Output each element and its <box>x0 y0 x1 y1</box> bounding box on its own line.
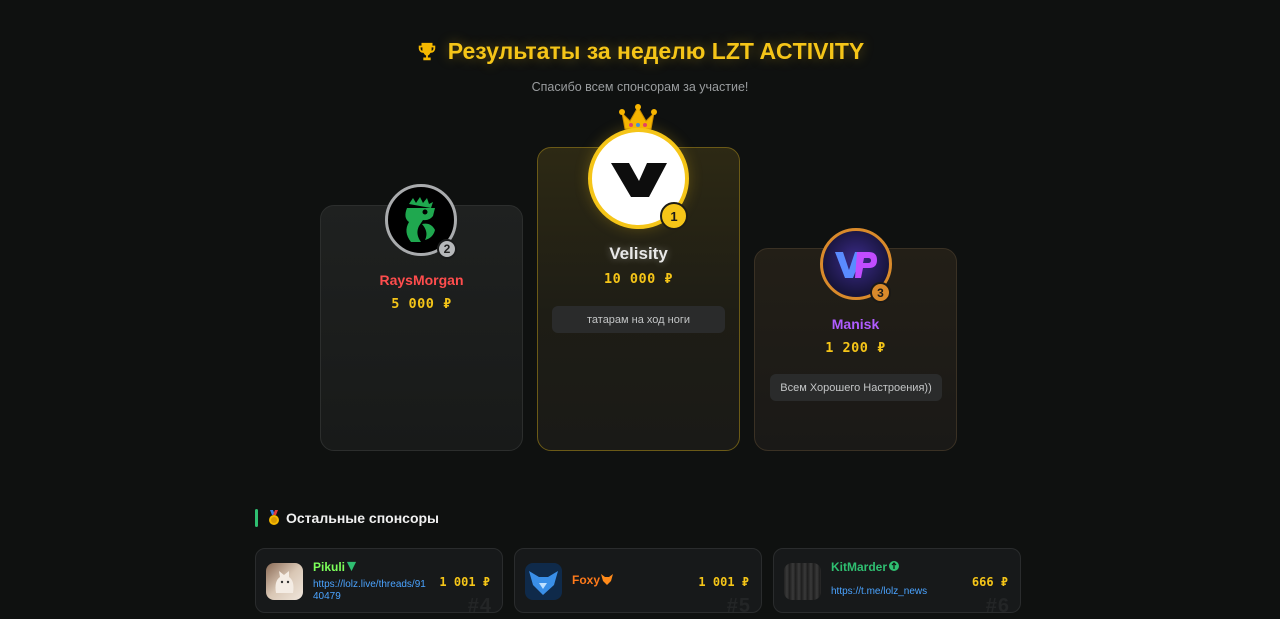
rank-badge-first: 1 <box>660 202 688 230</box>
sponsor-name: Foxy <box>572 573 614 587</box>
rank-badge-second: 2 <box>437 239 457 259</box>
name-second[interactable]: RaysMorgan <box>320 272 523 288</box>
others-section-title: Остальные спонсоры <box>255 509 439 527</box>
verified-badge-icon <box>889 561 900 571</box>
amount-second: 5 000 ₽ <box>391 296 452 312</box>
sponsor-amount: 1 001 ₽ <box>698 575 749 589</box>
section-accent-bar <box>255 509 258 527</box>
sponsor-rank-watermark: #6 <box>985 595 1010 613</box>
fox-avatar-icon <box>529 571 558 595</box>
page-title: Результаты за неделю LZT ACTIVITY <box>416 38 864 65</box>
sponsor-amount: 1 001 ₽ <box>439 575 490 589</box>
sponsor-link[interactable]: https://lolz.live/threads/9140479 <box>313 579 431 603</box>
vp-logo-icon <box>835 252 877 278</box>
header: Результаты за неделю LZT ACTIVITY Спасиб… <box>0 38 1280 94</box>
sponsor-card-pikuli[interactable]: Pikuli https://lolz.live/threads/9140479… <box>255 548 503 613</box>
sponsor-card-kitmarder[interactable]: KitMarder https://t.me/lolz_news 666 ₽ #… <box>773 548 1021 613</box>
sponsor-name: KitMarder <box>831 560 900 574</box>
fox-emoji-icon <box>601 574 614 585</box>
page-subtitle: Спасибо всем спонсорам за участие! <box>531 79 749 94</box>
avatar-pikuli <box>266 563 303 600</box>
page-title-text: Результаты за неделю LZT ACTIVITY <box>447 38 865 64</box>
verified-shield-icon <box>346 561 357 572</box>
message-first: татарам на ход ноги <box>552 306 725 333</box>
message-third: Всем Хорошего Настроения)) <box>770 374 942 401</box>
avatar-kitmarder <box>784 563 821 600</box>
sponsor-rank-watermark: #4 <box>467 595 492 613</box>
cat-avatar-icon <box>275 571 294 593</box>
sponsor-rank-watermark: #5 <box>726 595 751 613</box>
rank-badge-third: 3 <box>870 282 891 303</box>
name-first[interactable]: Velisity <box>537 244 740 264</box>
amount-first: 10 000 ₽ <box>603 271 674 287</box>
sponsor-link[interactable]: https://t.me/lolz_news <box>831 586 949 598</box>
trophy-icon <box>418 42 435 60</box>
velisity-logo-icon <box>610 162 667 197</box>
others-section-title-text: Остальные спонсоры <box>286 510 440 526</box>
avatar-foxy <box>525 563 562 600</box>
rooster-logo-icon <box>405 197 435 242</box>
amount-third: 1 200 ₽ <box>825 340 886 356</box>
medal-icon <box>269 510 279 525</box>
sponsor-card-foxy[interactable]: Foxy 1 001 ₽ #5 <box>514 548 762 613</box>
sponsor-amount: 666 ₽ <box>971 575 1008 589</box>
name-third[interactable]: Manisk <box>754 316 957 332</box>
sponsor-name: Pikuli <box>313 560 357 574</box>
